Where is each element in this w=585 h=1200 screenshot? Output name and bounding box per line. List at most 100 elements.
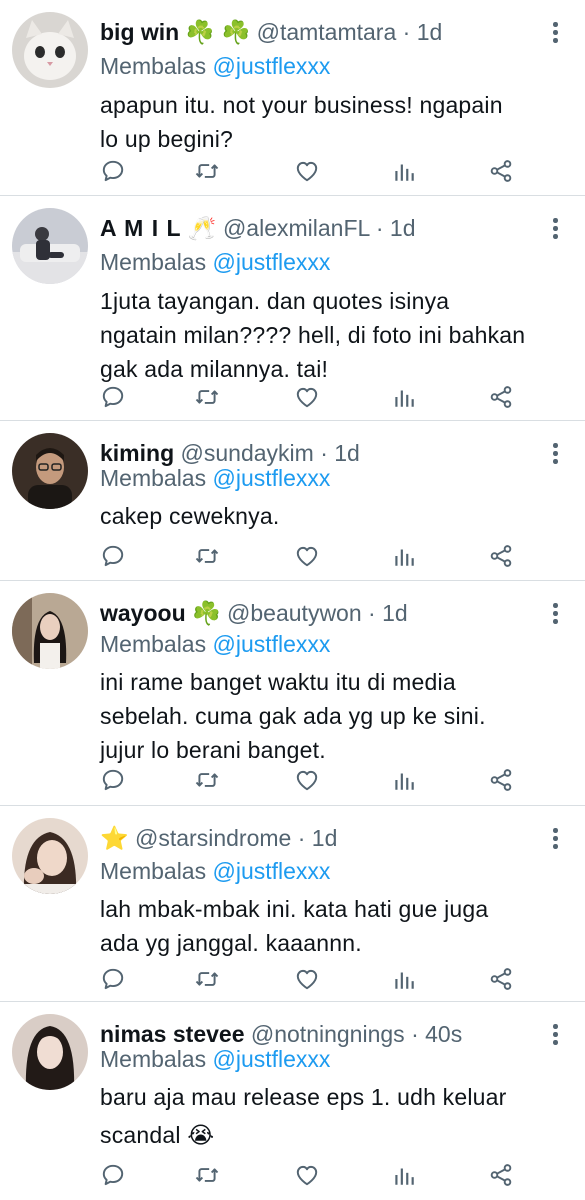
timestamp[interactable]: 1d: [334, 440, 360, 466]
user-handle[interactable]: @beautywon: [227, 600, 362, 626]
separator: ·: [402, 19, 411, 45]
like-icon[interactable]: [294, 767, 322, 795]
views-icon[interactable]: [391, 543, 419, 571]
retweet-icon[interactable]: [194, 543, 222, 571]
share-icon[interactable]: [488, 158, 516, 186]
name-emoji: ☘️ ☘️: [185, 20, 251, 46]
action-bar: [100, 384, 520, 412]
tweet-text: apapun itu. not your business! ngapain l…: [100, 92, 503, 152]
views-icon[interactable]: [391, 1162, 419, 1190]
separator: ·: [368, 600, 376, 626]
retweet-icon[interactable]: [194, 384, 222, 412]
tweet[interactable]: A M I L 🥂 @alexmilanFL · 1d Membalas @ju…: [0, 196, 585, 421]
replying-to: Membalas @justflexxx: [100, 1042, 330, 1076]
reply-icon[interactable]: [100, 384, 128, 412]
timestamp[interactable]: 1d: [382, 600, 408, 626]
tweet-text: ini rame banget waktu itu di media sebel…: [100, 669, 486, 763]
timestamp[interactable]: 1d: [312, 825, 338, 851]
reply-icon[interactable]: [100, 767, 128, 795]
reply-icon[interactable]: [100, 1162, 128, 1190]
action-bar: [100, 767, 520, 795]
reply-icon[interactable]: [100, 543, 128, 571]
separator: ·: [297, 825, 306, 851]
action-bar: [100, 1162, 520, 1190]
action-bar: [100, 158, 520, 186]
avatar-image: [12, 1014, 88, 1090]
avatar-image: [12, 208, 88, 284]
retweet-icon[interactable]: [194, 158, 222, 186]
tweet-text: cakep ceweknya.: [100, 503, 280, 529]
name-emoji: 🥂: [187, 216, 217, 242]
views-icon[interactable]: [391, 767, 419, 795]
more-icon[interactable]: [553, 828, 559, 850]
more-icon[interactable]: [553, 22, 559, 44]
action-bar: [100, 966, 520, 994]
tweet-header: ⭐ @starsindrome · 1d: [100, 820, 545, 856]
avatar[interactable]: [12, 12, 88, 88]
tweet-header: wayoou ☘️ @beautywon · 1d: [100, 595, 545, 631]
separator: ·: [375, 215, 384, 241]
replying-label: Membalas: [100, 249, 207, 275]
replying-to: Membalas @justflexxx: [100, 245, 330, 279]
replying-label: Membalas: [100, 465, 207, 491]
timestamp[interactable]: 40s: [425, 1021, 462, 1047]
avatar-image: [12, 12, 88, 88]
mention-link[interactable]: @justflexxx: [213, 1046, 331, 1072]
share-icon[interactable]: [488, 1162, 516, 1190]
share-icon[interactable]: [488, 966, 516, 994]
more-icon[interactable]: [553, 1024, 559, 1046]
tweet[interactable]: wayoou ☘️ @beautywon · 1d Membalas @just…: [0, 581, 585, 806]
display-name[interactable]: big win: [100, 19, 179, 45]
separator: ·: [411, 1021, 419, 1047]
retweet-icon[interactable]: [194, 1162, 222, 1190]
more-icon[interactable]: [553, 443, 559, 465]
share-icon[interactable]: [488, 543, 516, 571]
avatar-image: [12, 818, 88, 894]
mention-link[interactable]: @justflexxx: [213, 858, 331, 884]
tweet[interactable]: nimas stevee @notningnings · 40s Membala…: [0, 1002, 585, 1200]
mention-link[interactable]: @justflexxx: [213, 465, 331, 491]
display-name[interactable]: wayoou: [100, 600, 186, 626]
avatar[interactable]: [12, 1014, 88, 1090]
share-icon[interactable]: [488, 384, 516, 412]
timestamp[interactable]: 1d: [390, 215, 416, 241]
mention-link[interactable]: @justflexxx: [213, 249, 331, 275]
like-icon[interactable]: [294, 384, 322, 412]
avatar[interactable]: [12, 208, 88, 284]
user-handle[interactable]: @alexmilanFL: [223, 215, 370, 241]
action-bar: [100, 543, 520, 571]
retweet-icon[interactable]: [194, 966, 222, 994]
tweet[interactable]: big win ☘️ ☘️ @tamtamtara · 1d Membalas …: [0, 0, 585, 196]
mention-link[interactable]: @justflexxx: [213, 53, 331, 79]
like-icon[interactable]: [294, 966, 322, 994]
tweet[interactable]: ⭐ @starsindrome · 1d Membalas @justflexx…: [0, 806, 585, 1002]
mention-link[interactable]: @justflexxx: [213, 631, 331, 657]
views-icon[interactable]: [391, 384, 419, 412]
more-icon[interactable]: [553, 218, 559, 240]
name-emoji: ☘️: [192, 601, 221, 627]
replying-to: Membalas @justflexxx: [100, 627, 330, 661]
more-icon[interactable]: [553, 603, 559, 625]
views-icon[interactable]: [391, 966, 419, 994]
like-icon[interactable]: [294, 158, 322, 186]
replying-label: Membalas: [100, 631, 207, 657]
user-handle[interactable]: @starsindrome: [135, 825, 291, 851]
avatar[interactable]: [12, 818, 88, 894]
reply-icon[interactable]: [100, 158, 128, 186]
like-icon[interactable]: [294, 1162, 322, 1190]
reply-icon[interactable]: [100, 966, 128, 994]
tweet-text: lah mbak-mbak ini. kata hati gue juga ad…: [100, 896, 489, 956]
views-icon[interactable]: [391, 158, 419, 186]
tweet-header: A M I L 🥂 @alexmilanFL · 1d: [100, 210, 545, 246]
timestamp[interactable]: 1d: [417, 19, 443, 45]
avatar[interactable]: [12, 593, 88, 669]
share-icon[interactable]: [488, 767, 516, 795]
display-name[interactable]: A M I L: [100, 215, 182, 241]
user-handle[interactable]: @tamtamtara: [257, 19, 397, 45]
tweet-text: baru aja mau release eps 1. udh keluar s…: [100, 1084, 507, 1148]
like-icon[interactable]: [294, 543, 322, 571]
avatar[interactable]: [12, 433, 88, 509]
tweet[interactable]: kiming @sundaykim · 1d Membalas @justfle…: [0, 421, 585, 581]
tweet-header: big win ☘️ ☘️ @tamtamtara · 1d: [100, 14, 545, 50]
retweet-icon[interactable]: [194, 767, 222, 795]
